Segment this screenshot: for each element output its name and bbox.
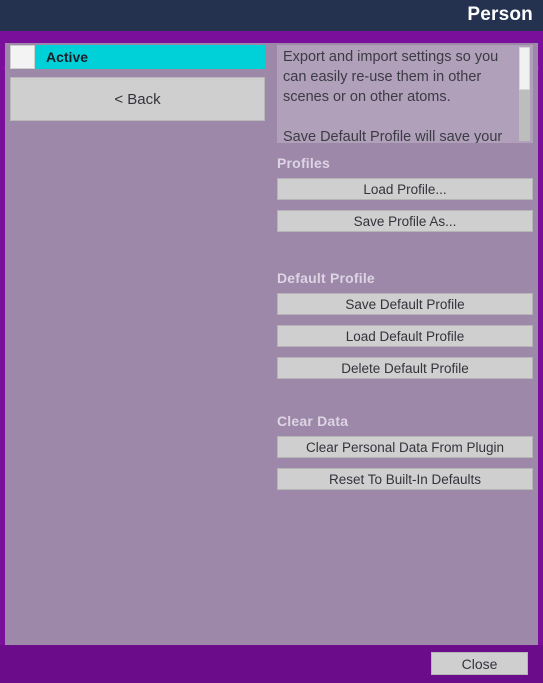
close-button[interactable]: Close [431,652,528,675]
section-title-clear-data: Clear Data [277,413,349,429]
delete-default-profile-button[interactable]: Delete Default Profile [277,357,533,379]
load-default-profile-button[interactable]: Load Default Profile [277,325,533,347]
active-toggle[interactable]: Active [10,45,265,69]
page-title: Person [467,4,533,25]
right-column: Export and import settings so you can ea… [277,45,535,490]
spacer-profiles-default [277,232,535,258]
spacer-default-clear [277,379,535,401]
active-checkbox[interactable] [10,45,35,69]
section-title-profiles: Profiles [277,155,330,171]
section-title-default-profile: Default Profile [277,270,375,286]
save-profile-as-button[interactable]: Save Profile As... [277,210,533,232]
help-text-panel[interactable]: Export and import settings so you can ea… [277,45,533,143]
window-titlebar: Person [0,0,543,31]
load-profile-button[interactable]: Load Profile... [277,178,533,200]
save-default-profile-button[interactable]: Save Default Profile [277,293,533,315]
help-scrollbar-track[interactable] [519,47,530,141]
help-scrollbar-thumb[interactable] [519,47,530,90]
clear-personal-data-button[interactable]: Clear Personal Data From Plugin [277,436,533,458]
main-panel: Active < Back Export and import settings… [5,43,538,645]
reset-to-defaults-button[interactable]: Reset To Built-In Defaults [277,468,533,490]
back-button[interactable]: < Back [10,77,265,121]
section-clear-data: Clear Data Clear Personal Data From Plug… [277,413,535,490]
section-profiles: Profiles Load Profile... Save Profile As… [277,155,535,232]
section-default-profile: Default Profile Save Default Profile Loa… [277,270,535,379]
help-text: Export and import settings so you can ea… [283,49,503,143]
left-column: Active < Back [10,45,272,121]
active-toggle-label: Active [46,49,89,65]
footer-bar: Close [0,645,543,683]
